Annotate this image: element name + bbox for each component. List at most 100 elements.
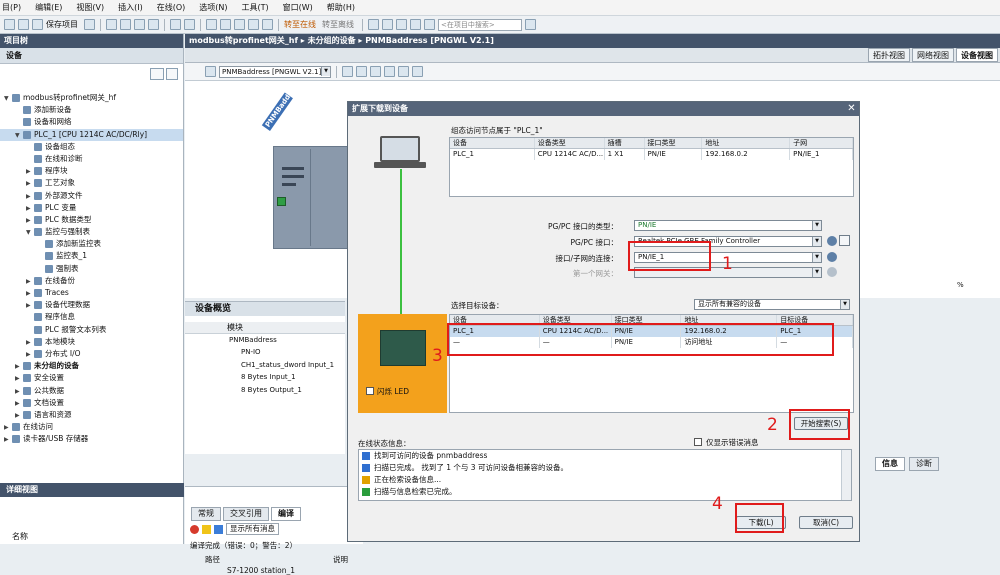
new-project-icon[interactable] xyxy=(4,19,15,30)
accessible-devices-icon[interactable] xyxy=(368,19,379,30)
tree-item[interactable]: ▶ PLC 数据类型 xyxy=(0,214,183,226)
split-horizontal-icon[interactable] xyxy=(424,19,435,30)
tree-item[interactable]: ▼ 监控与强制表 xyxy=(0,226,183,238)
expand-toggle-icon[interactable]: ▶ xyxy=(26,276,34,287)
expand-toggle-icon[interactable]: ▶ xyxy=(26,215,34,226)
tree-item[interactable]: ▶ 设备代理数据 xyxy=(0,299,183,311)
expand-toggle-icon[interactable]: ▼ xyxy=(15,130,23,141)
expand-toggle-icon[interactable]: ▶ xyxy=(15,386,23,397)
expand-toggle-icon[interactable]: ▶ xyxy=(26,203,34,214)
message-filter-select[interactable]: 显示所有消息 xyxy=(226,523,279,535)
list-icon[interactable] xyxy=(398,66,409,77)
tree-item[interactable]: ▶ Traces xyxy=(0,287,183,299)
breadcrumb-item[interactable]: modbus转profinet网关_hf xyxy=(189,36,298,45)
upload-icon[interactable] xyxy=(234,19,245,30)
tab-topology-view[interactable]: 拓扑视图 xyxy=(868,48,910,62)
tree-item[interactable]: ▶ 文档设置 xyxy=(0,397,183,409)
target-filter-select[interactable]: 显示所有兼容的设备 ▼ xyxy=(694,299,850,310)
tree-item[interactable]: ▶ 安全设置 xyxy=(0,372,183,384)
tree-item[interactable]: 设备和网络 xyxy=(0,116,183,128)
expand-toggle-icon[interactable]: ▶ xyxy=(4,422,12,433)
tree-item[interactable]: ▶ 读卡器/USB 存储器 xyxy=(0,433,183,445)
tab-info[interactable]: 信息 xyxy=(875,457,905,471)
tree-item[interactable]: 监控表_1 xyxy=(0,250,183,262)
chevron-down-icon[interactable]: ▼ xyxy=(812,237,821,246)
expand-toggle-icon[interactable]: ▶ xyxy=(4,434,12,445)
overview-row[interactable]: PN-IO xyxy=(185,346,345,358)
go-offline-button[interactable]: 转至离线 xyxy=(322,19,354,30)
tree-item[interactable]: ▶ 未分组的设备 xyxy=(0,360,183,372)
devices-tab[interactable]: 设备 xyxy=(0,48,183,64)
expand-toggle-icon[interactable]: ▶ xyxy=(26,337,34,348)
expand-toggle-icon[interactable]: ▶ xyxy=(26,178,34,189)
expand-toggle-icon[interactable]: ▶ xyxy=(15,361,23,372)
detail-view-title[interactable]: 详细视图 xyxy=(0,483,184,497)
go-online-button[interactable]: 转至在线 xyxy=(284,19,316,30)
zoom-icon[interactable] xyxy=(412,66,423,77)
expand-toggle-icon[interactable]: ▶ xyxy=(15,410,23,421)
tab-diagnostics[interactable]: 诊断 xyxy=(909,457,939,471)
undo-icon[interactable] xyxy=(170,19,181,30)
tree-item[interactable]: 添加新设备 xyxy=(0,104,183,116)
chevron-down-icon[interactable]: ▼ xyxy=(321,66,330,76)
download-icon[interactable] xyxy=(220,19,231,30)
tree-item[interactable]: 设备组态 xyxy=(0,141,183,153)
help-icon[interactable] xyxy=(827,252,837,262)
expand-toggle-icon[interactable]: ▶ xyxy=(26,300,34,311)
expand-toggle-icon[interactable]: ▶ xyxy=(26,349,34,360)
tree-add-icon[interactable] xyxy=(166,68,178,80)
info-filter-icon[interactable] xyxy=(214,524,223,534)
menu-item[interactable]: 工具(T) xyxy=(241,2,268,13)
tab-network-view[interactable]: 网络视图 xyxy=(912,48,954,62)
expand-toggle-icon[interactable]: ▶ xyxy=(15,398,23,409)
warning-filter-icon[interactable] xyxy=(202,524,211,534)
chevron-down-icon[interactable]: ▼ xyxy=(840,300,849,309)
save-icon[interactable] xyxy=(32,19,43,30)
project-search-input[interactable]: <在项目中搜索> xyxy=(438,18,522,31)
messages-scrollbar[interactable] xyxy=(841,450,851,500)
paste-icon[interactable] xyxy=(134,19,145,30)
cancel-button[interactable]: 取消(C) xyxy=(799,516,853,529)
overview-row[interactable]: 8 Bytes Output_1 xyxy=(185,384,345,396)
close-icon[interactable]: ✕ xyxy=(846,103,857,114)
redo-icon[interactable] xyxy=(184,19,195,30)
tab-compile[interactable]: 编译 xyxy=(271,507,301,521)
flash-led-checkbox[interactable] xyxy=(366,387,374,395)
delete-icon[interactable] xyxy=(148,19,159,30)
overview-row[interactable]: 8 Bytes Input_1 xyxy=(185,371,345,383)
cut-icon[interactable] xyxy=(106,19,117,30)
tree-item[interactable]: 在线和诊断 xyxy=(0,153,183,165)
menu-item[interactable]: 窗口(W) xyxy=(283,2,313,13)
expand-toggle-icon[interactable]: ▶ xyxy=(26,288,34,299)
breadcrumb-item[interactable]: 未分组的设备 xyxy=(308,36,356,45)
save-project-button[interactable]: 保存项目 xyxy=(46,19,78,30)
tree-item[interactable]: ▼ modbus转profinet网关_hf xyxy=(0,92,183,104)
tab-device-view[interactable]: 设备视图 xyxy=(956,48,998,62)
copy-icon[interactable] xyxy=(120,19,131,30)
tree-item[interactable]: ▶ 在线访问 xyxy=(0,421,183,433)
simulate-icon[interactable] xyxy=(248,19,259,30)
module-icon[interactable] xyxy=(384,66,395,77)
chevron-down-icon[interactable]: ▼ xyxy=(812,221,821,230)
error-filter-icon[interactable] xyxy=(190,524,199,534)
menu-item[interactable]: 选项(N) xyxy=(199,2,227,13)
menu-item[interactable]: 插入(I) xyxy=(118,2,143,13)
tree-item[interactable]: ▶ 语言和资源 xyxy=(0,409,183,421)
network-icon[interactable] xyxy=(342,66,353,77)
search-go-icon[interactable] xyxy=(525,19,536,30)
tree-item[interactable]: ▶ PLC 变量 xyxy=(0,202,183,214)
overview-row[interactable]: CH1_status_dword Input_1 xyxy=(185,359,345,371)
tree-item[interactable]: 添加新监控表 xyxy=(0,238,183,250)
compile-row[interactable]: S7-1200 station_1 xyxy=(227,566,295,575)
chevron-down-icon[interactable]: ▼ xyxy=(812,253,821,262)
device-select[interactable]: PNMBaddress [PNGWL V2.1] ▼ xyxy=(219,65,331,78)
show-address-icon[interactable] xyxy=(356,66,367,77)
tree-item[interactable]: ▶ 在线备份 xyxy=(0,275,183,287)
table-row[interactable]: PLC_1 CPU 1214C AC/D... 1 X1 PN/IE 192.168.0… xyxy=(450,149,853,160)
tree-item[interactable]: ▼ PLC_1 [CPU 1214C AC/DC/Rly] xyxy=(0,128,183,141)
expand-toggle-icon[interactable]: ▶ xyxy=(26,191,34,202)
overview-row[interactable]: PNMBaddress xyxy=(185,334,345,346)
menu-item[interactable]: 在线(O) xyxy=(157,2,186,13)
expand-toggle-icon[interactable]: ▶ xyxy=(26,166,34,177)
menu-item[interactable]: 帮助(H) xyxy=(327,2,355,13)
